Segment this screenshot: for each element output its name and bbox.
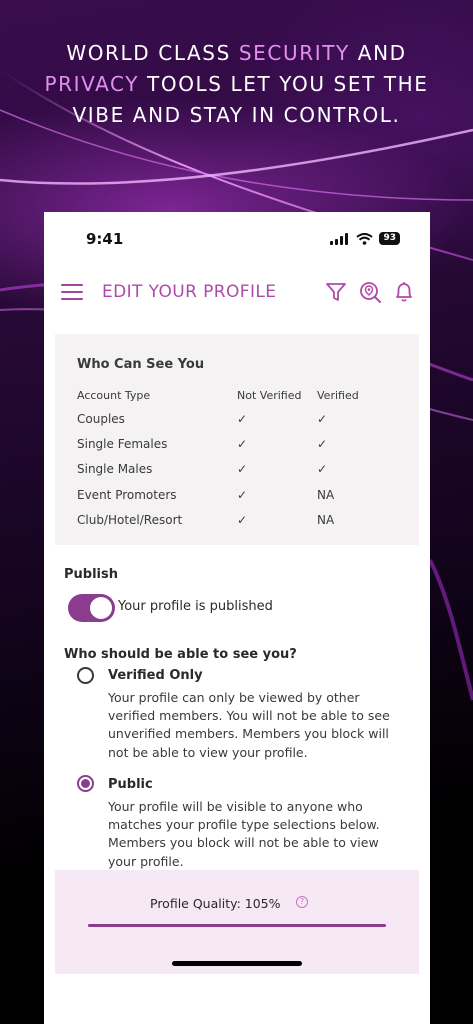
account-type-cell: Single Females [77, 436, 168, 451]
profile-edit-content: Who Can See You Account Type Not Verifie… [55, 334, 419, 1024]
option-verified-only-title[interactable]: Verified Only [108, 668, 203, 683]
column-header-account-type: Account Type [77, 388, 151, 402]
cellular-signal-icon [330, 232, 349, 245]
status-time: 9:41 [86, 230, 124, 248]
app-bar: EDIT YOUR PROFILE [44, 276, 430, 310]
quality-progress-track [88, 924, 386, 927]
help-icon[interactable]: ? [296, 896, 308, 908]
table-row: Club/Hotel/Resort ✓ NA [77, 507, 397, 532]
column-header-not-verified: Not Verified [237, 388, 302, 402]
table-header-row: Account Type Not Verified Verified [77, 384, 397, 406]
radio-verified-only[interactable] [77, 667, 94, 684]
promo-line-3: VIBE AND STAY IN CONTROL. [72, 103, 401, 127]
card-title: Who Can See You [77, 357, 205, 372]
status-bar: 9:41 93 [44, 212, 430, 264]
quality-progress-fill [88, 924, 386, 927]
publish-label: Publish [64, 567, 118, 582]
status-icons: 93 [330, 232, 400, 245]
promo-accent-privacy: PRIVACY [44, 72, 140, 96]
bell-icon[interactable] [392, 280, 416, 304]
table-row: Single Females ✓ ✓ [77, 431, 397, 456]
publish-toggle[interactable] [68, 594, 115, 622]
phone-screen: 9:41 93 EDIT YOUR PROFILE Who Can See Yo… [44, 212, 430, 1024]
option-public-description: Your profile will be visible to anyone w… [108, 799, 380, 869]
check-icon: ✓ [237, 436, 248, 451]
promo-line-2: PRIVACY TOOLS LET YOU SET THE [0, 69, 473, 100]
app-bar-actions [324, 280, 416, 304]
table-row: Couples ✓ ✓ [77, 406, 397, 431]
check-icon: ✓ [317, 462, 328, 477]
battery-icon: 93 [379, 232, 400, 245]
promo-headline: WORLD CLASS SECURITY AND PRIVACY TOOLS L… [0, 38, 473, 131]
visibility-table: Account Type Not Verified Verified Coupl… [77, 384, 397, 532]
table-row: Event Promoters ✓ NA [77, 482, 397, 507]
account-type-cell: Couples [77, 411, 125, 426]
publish-status-text: Your profile is published [118, 599, 273, 614]
check-icon: ✓ [237, 487, 248, 502]
home-indicator [172, 961, 302, 966]
wifi-icon [356, 232, 374, 245]
visibility-question: Who should be able to see you? [64, 647, 297, 662]
promo-text: TOOLS LET YOU SET THE [139, 72, 429, 96]
toggle-knob [90, 597, 112, 619]
promo-text: AND [349, 41, 407, 65]
check-icon: ✓ [237, 512, 248, 527]
account-type-cell: Event Promoters [77, 487, 177, 502]
check-icon: ✓ [317, 411, 328, 426]
account-type-cell: Single Males [77, 462, 153, 477]
hamburger-menu-icon[interactable] [61, 284, 83, 300]
option-verified-only-description: Your profile can only be viewed by other… [108, 690, 390, 760]
check-icon: ✓ [317, 436, 328, 451]
account-type-cell: Club/Hotel/Resort [77, 512, 183, 527]
radio-public[interactable] [77, 775, 94, 792]
check-icon: ✓ [237, 411, 248, 426]
check-icon: ✓ [237, 462, 248, 477]
option-public-title[interactable]: Public [108, 777, 153, 792]
search-location-icon[interactable] [358, 280, 382, 304]
na-cell: NA [317, 512, 335, 527]
visibility-table-card: Who Can See You Account Type Not Verifie… [55, 334, 419, 545]
promo-text: WORLD CLASS [66, 41, 239, 65]
column-header-verified: Verified [317, 388, 359, 402]
na-cell: NA [317, 487, 335, 502]
promo-accent-security: SECURITY [238, 41, 350, 65]
table-row: Single Males ✓ ✓ [77, 457, 397, 482]
profile-quality-label: Profile Quality: 105% [150, 896, 281, 911]
filter-icon[interactable] [324, 280, 348, 304]
page-title: EDIT YOUR PROFILE [102, 282, 277, 302]
profile-quality-bar: Profile Quality: 105% ? [55, 870, 419, 974]
promo-line-1: WORLD CLASS SECURITY AND [0, 38, 473, 69]
